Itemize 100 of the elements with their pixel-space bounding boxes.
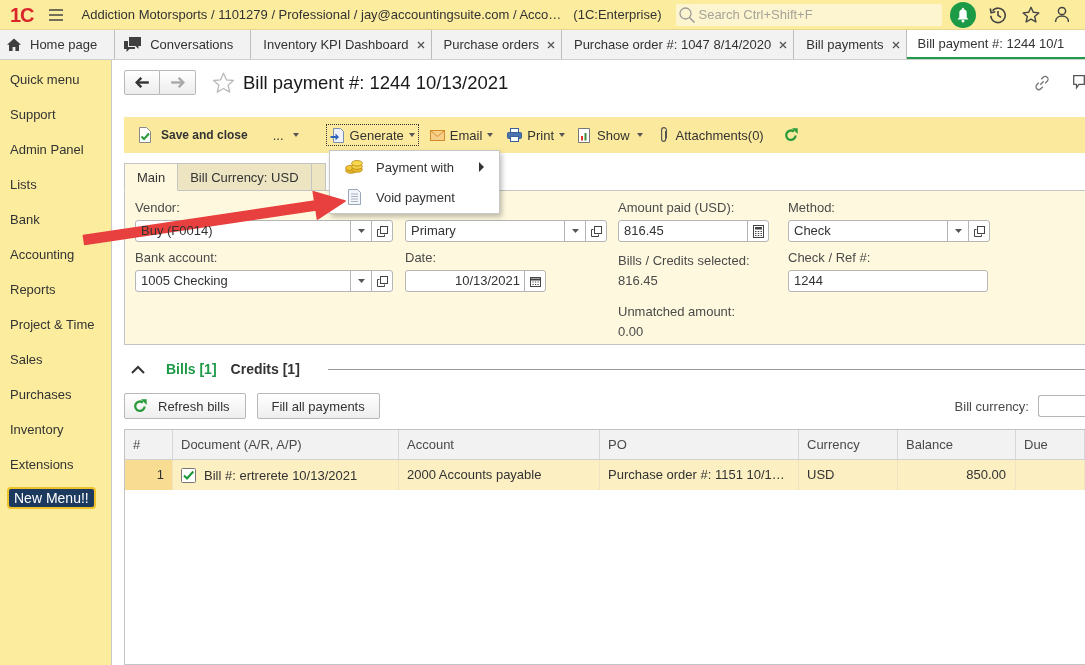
caret-icon [571,229,579,233]
column-header[interactable]: Currency [799,430,898,459]
comment-icon[interactable] [1073,75,1085,90]
document-title: Bill payment #: 1244 10/13/2021 [243,71,509,94]
menu-item[interactable]: Payment with [330,152,499,182]
refresh-button[interactable]: Refresh bills [124,393,246,419]
tab[interactable]: Bill payments [794,30,907,59]
currency-field[interactable] [1038,395,1085,417]
coins-icon [345,160,363,174]
email-button[interactable]: Email [424,124,499,146]
column-header[interactable]: Due [1016,430,1085,459]
sidebar-item[interactable]: Bank [10,202,40,237]
paperclip-icon [659,127,668,143]
number-field[interactable]: 816.45 [618,220,769,242]
form-tab[interactable]: Main [124,163,179,191]
checkbox[interactable] [181,467,196,483]
sidebar-item[interactable]: Inventory [10,412,64,447]
close-icon[interactable] [779,40,788,49]
save-button[interactable]: Save and close [133,124,253,146]
back-button[interactable] [124,70,160,95]
table-cell: USD [799,460,898,490]
sidebar-item[interactable]: Extensions [10,447,74,482]
caret-icon [357,229,365,233]
tab[interactable]: Home page [0,30,116,59]
new-menu-button[interactable]: New Menu!! [7,487,96,509]
field-label: Bills / Credits selected: [618,253,750,269]
left-arrow-icon [135,77,149,88]
document-icon [347,189,361,205]
platform-name: (1C:Enterprise) [573,7,662,22]
sidebar-item[interactable]: Lists [10,167,37,202]
close-icon[interactable] [546,40,555,49]
sidebar-item[interactable]: Admin Panel [10,132,84,167]
field-label: Date: [405,250,437,266]
app-logo[interactable]: 1C [10,3,34,26]
form-tab[interactable]: Bill Currency: USD [178,163,312,191]
link-icon[interactable] [1034,74,1050,91]
chat-icon [124,36,142,53]
column-header[interactable]: # [125,430,173,459]
column-header[interactable]: Document (A/R, A/P) [173,430,399,459]
table-cell: Bill #: ertrerete 10/13/2021 [204,467,358,483]
close-icon[interactable] [416,40,425,49]
field-value: 816.45 [618,273,658,289]
star-icon[interactable] [212,71,235,94]
show-button[interactable]: Show [573,124,648,146]
close-icon[interactable] [891,40,900,49]
sidebar-item[interactable]: Purchases [10,377,72,412]
attachments-button[interactable]: Attachments(0) [654,124,769,146]
search-icon [679,6,696,23]
overlapping-squares-icon [376,225,388,237]
table-row[interactable]: 1 Bill #: ertrerete 10/13/2021 2000 Accounts payable Purchase order #: 1151 10/1… USD 850.00 [125,460,1085,490]
field-label: Amount paid (USD): [618,200,735,216]
fill-button[interactable]: Fill all payments [256,393,380,419]
print-button[interactable]: Print [502,124,570,146]
table-cell: 1 [125,460,173,490]
bell-icon[interactable] [950,1,977,28]
generate-button[interactable]: Generate [325,124,419,146]
dropdown-field[interactable]: Check [788,220,990,242]
chevron-up-icon[interactable] [131,364,145,374]
sidebar-item[interactable]: Support [10,97,56,132]
user-icon[interactable] [1054,6,1070,23]
dropdown-field[interactable]: Primary [405,220,607,242]
text-field[interactable]: 1244 [788,270,988,292]
document-check-icon [138,127,152,143]
dropdown-field[interactable]: 1005 Checking [135,270,393,292]
sidebar-item[interactable]: Reports [10,272,56,307]
sidebar-item[interactable]: Accounting [10,237,75,272]
search-field[interactable]: Search Ctrl+Shift+F [676,3,943,26]
table-cell: 2000 Accounts payable [399,460,600,490]
report-icon [578,127,590,143]
tab[interactable]: Conversations [115,30,252,59]
column-header[interactable]: Account [399,430,600,459]
tab[interactable]: Purchase order #: 1047 8/14/2020 [561,30,795,59]
field-label: Vendor: [135,200,180,216]
right-arrow-icon [170,77,185,88]
overlapping-squares-icon [973,225,985,237]
tab[interactable]: Bill payment #: 1244 10/1 [906,30,1085,59]
table-cell: Purchase order #: 1151 10/1… [600,460,799,490]
table-cell: 850.00 [898,460,1016,490]
history-icon[interactable] [989,5,1008,24]
field-value: 0.00 [618,324,644,340]
tab[interactable]: Inventory KPI Dashboard [251,30,432,59]
printer-icon [507,128,523,142]
date-field[interactable]: 10/13/2021 [405,270,546,292]
menu-icon[interactable] [48,8,63,21]
refresh-icon [783,128,798,142]
column-header[interactable]: Balance [898,430,1016,459]
section-tab[interactable]: Credits [1] [230,361,300,377]
field-label: Unmatched amount: [618,304,736,320]
field-label: Bank account: [135,250,218,266]
tab[interactable]: Purchase orders [431,30,562,59]
sidebar-item[interactable]: Sales [10,342,43,377]
star-icon[interactable] [1022,5,1041,24]
column-header[interactable]: PO [600,430,799,459]
overlapping-squares-icon [376,275,388,287]
sidebar-item[interactable]: Quick menu [10,62,80,97]
menu-item[interactable]: Void payment [330,182,499,212]
section-tab[interactable]: Bills [1] [166,361,217,377]
sidebar-item[interactable]: Project & Time [10,307,95,342]
calendar-icon [529,275,541,287]
more-button[interactable]: ... [267,124,304,146]
